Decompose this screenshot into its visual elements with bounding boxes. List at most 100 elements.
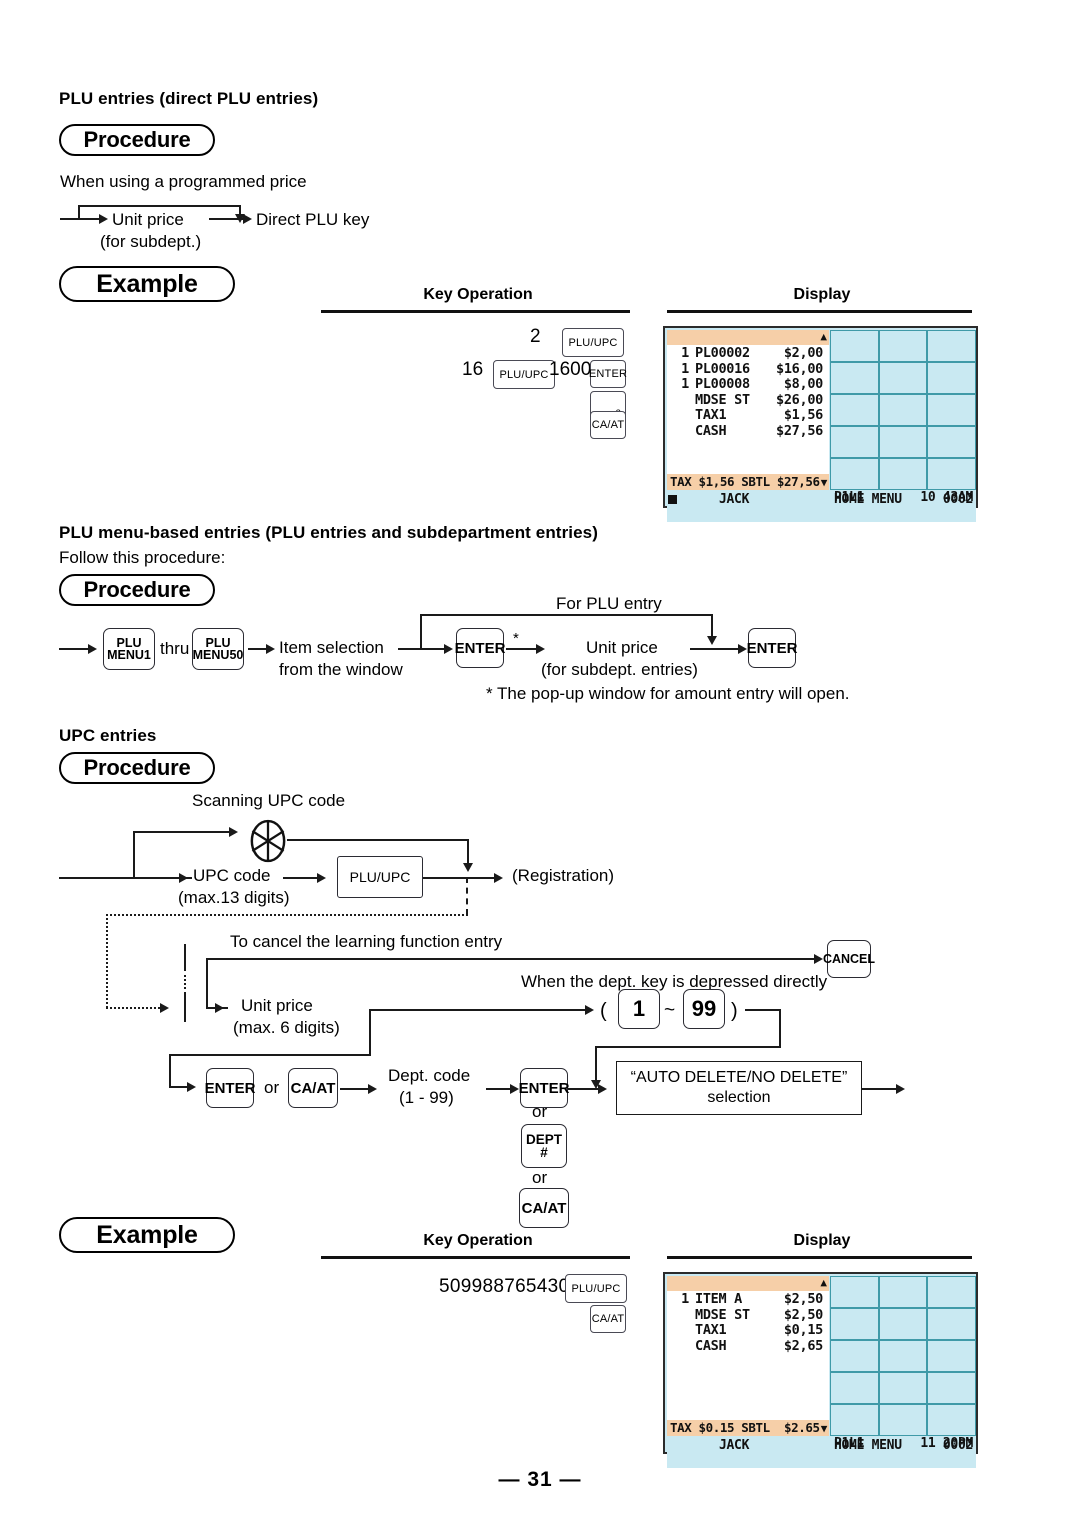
upc-key-enter-1[interactable]: ENTER: [205, 1068, 255, 1108]
upc-key-caat-2[interactable]: CA/AT: [519, 1188, 569, 1228]
disp1-grid-cell[interactable]: [830, 458, 879, 490]
upc-arrow-to-dept-code: [368, 1084, 377, 1094]
flow2-item-selection-line2: from the window: [279, 660, 403, 679]
keyop1-amount-1600: 1600: [549, 359, 592, 380]
disp1-grid-cell[interactable]: [878, 362, 928, 394]
key-operation-header-2: Key Operation: [423, 1232, 533, 1249]
disp2-grid-cell[interactable]: [927, 1308, 976, 1340]
disp1-grid-cell[interactable]: [927, 426, 976, 458]
flow2-key-plu-menu1-line2: MENU1: [107, 648, 151, 662]
disp1-grid-cell[interactable]: [830, 394, 879, 426]
receipt-line-qty: [675, 1339, 689, 1355]
disp2-grid-cell[interactable]: [830, 1340, 879, 1372]
disp1-grid-cell[interactable]: [927, 458, 976, 490]
keyop1-pluupc-key-2[interactable]: PLU/UPC: [493, 360, 555, 389]
upc-key-dept-1[interactable]: 1: [618, 989, 660, 1029]
keyop1-enter-key[interactable]: ENTER: [589, 360, 627, 388]
flow1-to-key-arrow: [243, 214, 252, 224]
disp1-cursor-block: [668, 495, 677, 504]
disp1-footer-level: P1L1: [834, 490, 865, 505]
disp2-scroll-up-caret[interactable]: ▲: [820, 1277, 827, 1288]
example-badge-1: Example: [59, 266, 235, 302]
receipt-line-amount: $16,00: [776, 360, 823, 377]
upc-scan-out-stem: [467, 839, 469, 865]
disp1-grid-cell[interactable]: [878, 394, 928, 426]
receipt-line-name: PL00008: [695, 376, 750, 392]
upc-dotted-rail-bottom: [106, 1007, 164, 1009]
programmed-price-note: When using a programmed price: [60, 172, 307, 191]
disp2-grid-cell[interactable]: [878, 1340, 928, 1372]
procedure-badge-2: Procedure: [59, 574, 215, 606]
disp2-grid-cell[interactable]: [830, 1308, 879, 1340]
key-operation-rule-2: [321, 1256, 630, 1259]
upc-unit-price-line1: Unit price: [241, 996, 313, 1015]
upc-key-caat-1[interactable]: CA/AT: [288, 1068, 338, 1108]
upc-price-drop-stem: [369, 1009, 371, 1056]
receipt-line: 1 PL00016 $16,00: [667, 360, 829, 378]
disp2-grid-cell[interactable]: [927, 1340, 976, 1372]
disp2-grid-cell[interactable]: [878, 1372, 928, 1404]
upc-dotted-rail-top: [106, 914, 468, 916]
keyop2-caat-key[interactable]: CA/AT: [590, 1305, 626, 1333]
flow2-key-plu-menu50-line2: MENU50: [192, 648, 244, 662]
upc-key-dept-hash[interactable]: DEPT #: [521, 1124, 567, 1168]
disp1-scroll-down-caret[interactable]: ▼: [821, 477, 828, 488]
disp2-grid-cell[interactable]: [830, 1404, 879, 1436]
upc-scan-branch-stem: [133, 831, 135, 877]
flow2-bypass-left-stem: [420, 614, 422, 648]
keyop2-pluupc-key[interactable]: PLU/UPC: [565, 1274, 627, 1303]
receipt-line-qty: [675, 408, 689, 424]
disp2-grid-cell[interactable]: [878, 1404, 928, 1436]
disp1-scroll-up-caret[interactable]: ▲: [820, 331, 827, 342]
upc-key-dept-99[interactable]: 99: [683, 989, 725, 1029]
flow2-for-plu-entry-label: For PLU entry: [556, 594, 662, 613]
disp2-grid-cell[interactable]: [830, 1372, 879, 1404]
disp1-grid-cell[interactable]: [830, 426, 879, 458]
flow2-key-plu-menu50[interactable]: PLU MENU50: [192, 628, 244, 670]
upc-dotted-arrow: [160, 1003, 169, 1013]
receipt-line: TAX1 $0,15: [667, 1322, 829, 1339]
follow-procedure-text: Follow this procedure:: [59, 548, 226, 567]
flow2-unit-price-line1: Unit price: [586, 638, 658, 657]
upc-price-drop-left: [169, 1054, 171, 1087]
disp1-grid-cell[interactable]: [927, 394, 976, 426]
disp1-grid-cell[interactable]: [830, 330, 879, 362]
receipt-line-qty: 1: [681, 376, 689, 392]
flow2-key-enter-2[interactable]: ENTER: [747, 628, 797, 668]
disp1-grid-cell[interactable]: [830, 362, 879, 394]
upc-range-out-rail: [745, 1009, 781, 1011]
upc-key-cancel[interactable]: CANCEL: [823, 940, 875, 978]
upc-cancel-note: To cancel the learning function entry: [230, 932, 503, 951]
upc-scan-out-arrow: [463, 863, 473, 872]
disp2-grid-cell[interactable]: [927, 1276, 976, 1308]
flow2-key-enter-1[interactable]: ENTER: [455, 628, 505, 668]
key-operation-rule-1: [321, 310, 630, 313]
disp1-tax-bar: TAX $1,56 SBTL $27,56 ▼: [667, 474, 829, 490]
disp2-footer-clerk: JACK: [719, 1438, 750, 1453]
section-heading-plu-entries: PLU entries (direct PLU entries): [59, 89, 319, 108]
flow2-thru-label: thru: [160, 639, 190, 658]
upc-price-drop-arrow: [187, 1082, 196, 1092]
page-number: — 31 —: [498, 1468, 582, 1491]
keyop1-caat-key[interactable]: CA/AT: [590, 411, 626, 439]
disp1-grid-cell[interactable]: [878, 458, 928, 490]
flow2-bypass-right-stem: [711, 614, 713, 638]
flow2-key-plu-menu1[interactable]: PLU MENU1: [103, 628, 155, 670]
disp2-grid-cell[interactable]: [830, 1276, 879, 1308]
disp1-grid-cell[interactable]: [927, 330, 976, 362]
keyop1-pluupc-key-1[interactable]: PLU/UPC: [562, 328, 624, 357]
disp2-grid-cell[interactable]: [878, 1276, 928, 1308]
receipt-line-name: MDSE ST: [695, 391, 750, 408]
disp1-grid-cell[interactable]: [878, 426, 928, 458]
flow1-direct-plu-key: Direct PLU key: [256, 210, 370, 229]
disp1-grid-cell[interactable]: [927, 362, 976, 394]
disp2-grid-cell[interactable]: [927, 1372, 976, 1404]
disp1-grid-cell[interactable]: [878, 330, 928, 362]
disp2-grid-cell[interactable]: [927, 1404, 976, 1436]
disp2-scroll-down-caret[interactable]: ▼: [821, 1423, 828, 1434]
disp2-grid-cell[interactable]: [878, 1308, 928, 1340]
upc-key-dept-line1: DEPT: [525, 1131, 562, 1147]
upc-key-pluupc[interactable]: PLU/UPC: [337, 856, 423, 898]
manual-page: PLU entries (direct PLU entries) Procedu…: [0, 0, 1080, 1526]
example-badge-2: Example: [59, 1217, 235, 1253]
